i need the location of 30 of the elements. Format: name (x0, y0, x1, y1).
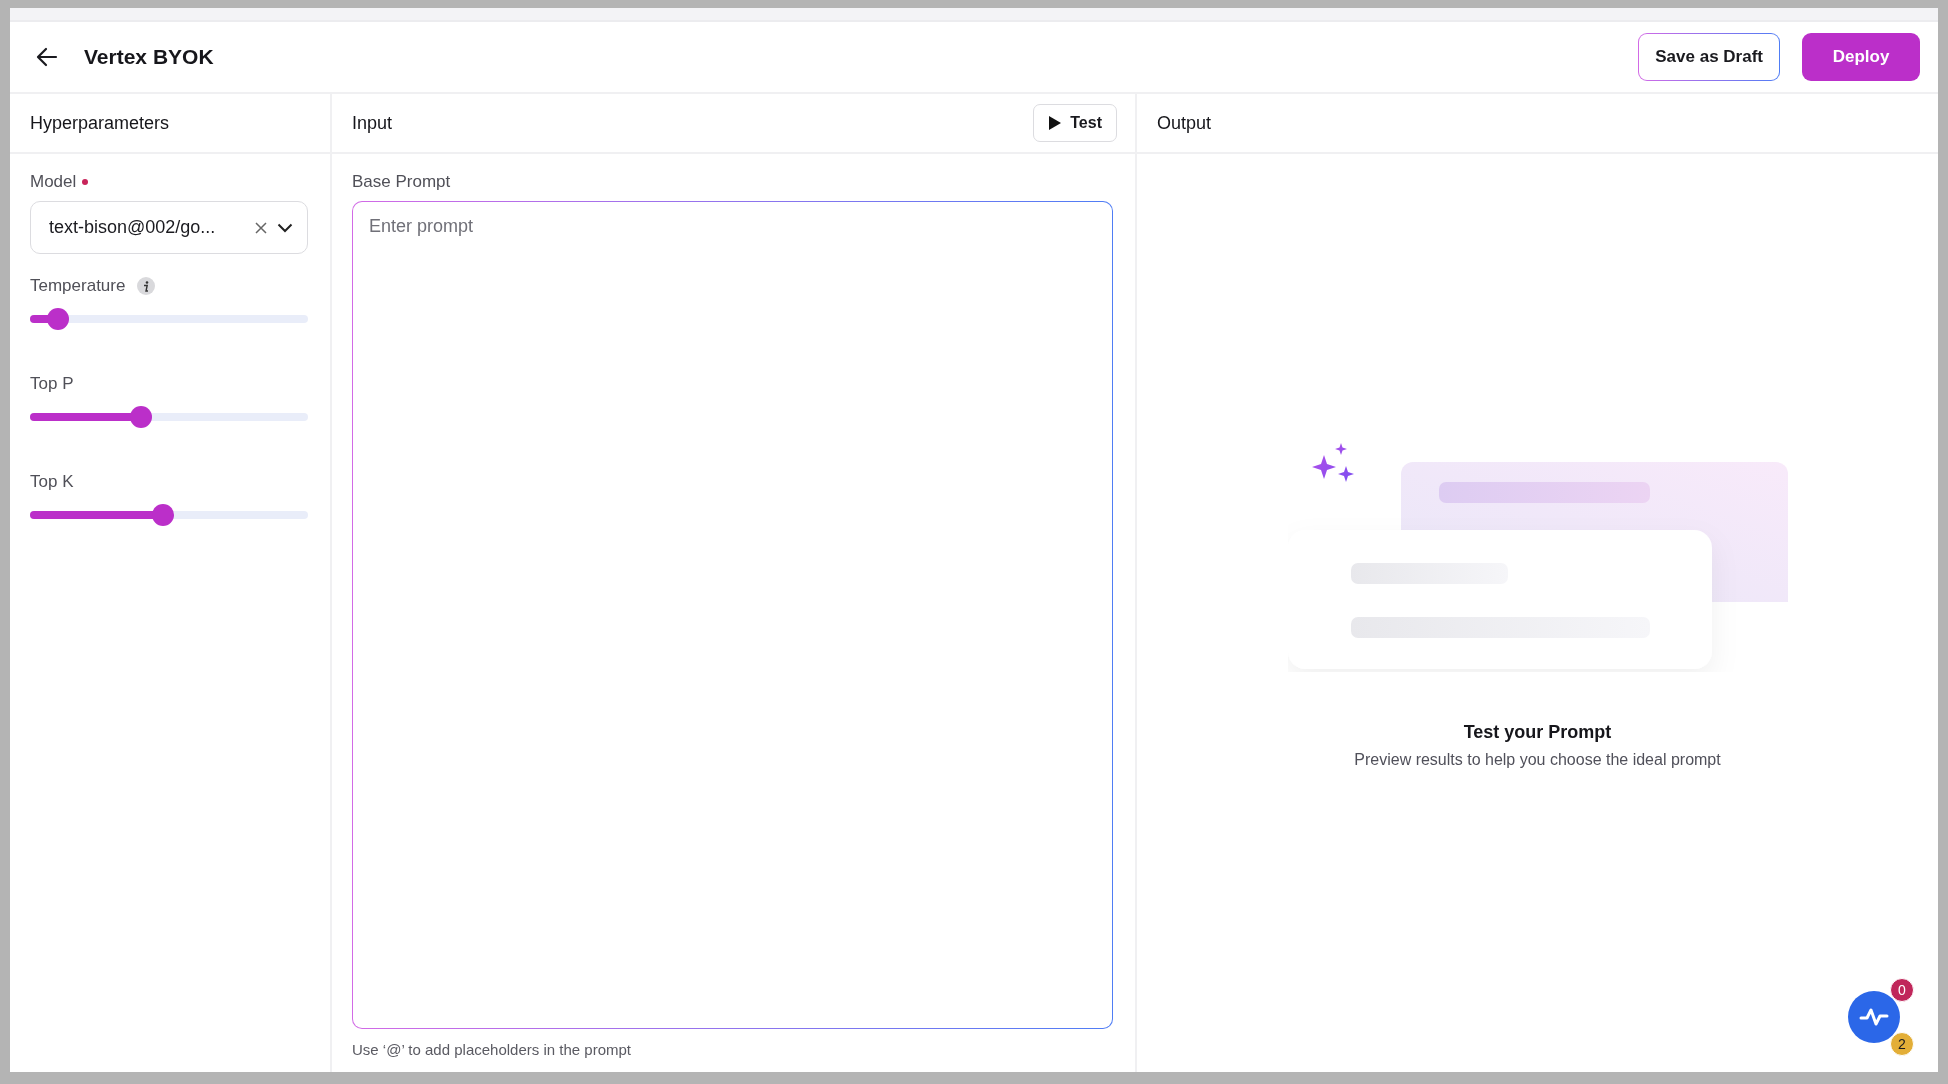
model-select[interactable]: text-bison@002/go... (30, 201, 308, 254)
slider-track[interactable] (30, 308, 308, 330)
play-icon (1048, 115, 1063, 131)
save-draft-button[interactable]: Save as Draft (1638, 33, 1780, 81)
empty-state-text: Preview results to help you choose the ideal prompt (1354, 751, 1721, 769)
count-badge: 0 (1890, 978, 1914, 1002)
field-label: Base Prompt (352, 172, 451, 192)
panel-title: Input (352, 112, 393, 134)
slider-label: Top P (30, 374, 74, 394)
slider-thumb[interactable] (130, 406, 153, 428)
panel-title: Hyperparameters (30, 112, 170, 134)
slider-label: Top K (30, 472, 74, 492)
clear-icon[interactable] (255, 221, 267, 234)
slider-track[interactable] (30, 406, 308, 428)
helper-text: Use ‘@’ to add placeholders in the prompt (352, 1041, 632, 1058)
activity-button[interactable] (1848, 991, 1900, 1043)
slider-label: Temperature (30, 276, 126, 296)
slider-track[interactable] (30, 504, 308, 526)
slider-thumb[interactable] (152, 504, 175, 526)
panel-title: Output (1157, 112, 1212, 134)
empty-state-title: Test your Prompt (1463, 722, 1612, 743)
page-title: Vertex BYOK (84, 45, 215, 69)
field-label: Model (30, 172, 77, 192)
count-badge: 2 (1890, 1032, 1914, 1056)
test-button[interactable]: Test (1033, 104, 1117, 142)
info-icon[interactable] (137, 277, 156, 295)
deploy-button[interactable]: Deploy (1802, 33, 1920, 81)
slider-thumb[interactable] (46, 308, 69, 330)
chevron-down-icon[interactable] (277, 222, 293, 233)
pulse-icon (1859, 1006, 1889, 1028)
